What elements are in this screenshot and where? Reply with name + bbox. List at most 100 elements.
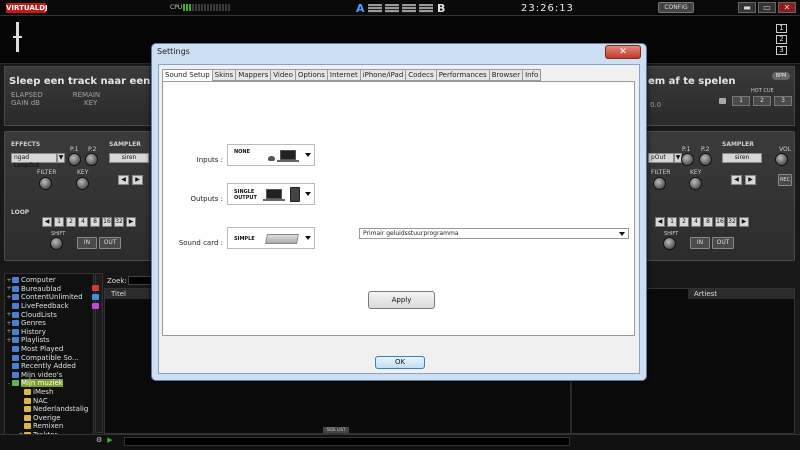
tab-skins[interactable]: Skins xyxy=(212,69,237,81)
loop-prev-button[interactable]: ◀ xyxy=(42,217,52,227)
lock-icon[interactable] xyxy=(719,98,726,104)
outputs-dropdown-icon[interactable] xyxy=(305,192,311,196)
tree-item[interactable]: NAC xyxy=(6,396,93,405)
outputs-selector[interactable]: SINGLE OUTPUT xyxy=(227,183,315,205)
deck-number-1[interactable]: 1 xyxy=(776,24,787,33)
maximize-button[interactable]: ▭ xyxy=(758,2,776,13)
deck-a-indicator[interactable]: A xyxy=(356,2,365,15)
loop-8-button[interactable]: 8 xyxy=(90,217,100,227)
tree-item[interactable]: iMesh xyxy=(6,388,93,397)
tab-mappers[interactable]: Mappers xyxy=(236,69,272,81)
tree-item[interactable]: Most Played xyxy=(6,345,93,354)
info-bar-input[interactable] xyxy=(124,437,570,446)
loop-4-button[interactable]: 4 xyxy=(78,217,88,227)
filter-icon[interactable] xyxy=(92,303,99,309)
sampler-select[interactable]: siren xyxy=(109,153,149,163)
tree-item[interactable]: Remixen xyxy=(6,422,93,431)
tab-codecs[interactable]: Codecs xyxy=(406,69,437,81)
key-knob[interactable] xyxy=(76,177,89,190)
right-loop-next-button[interactable]: ▶ xyxy=(739,217,749,227)
soundcard-selector[interactable]: SIMPLE xyxy=(227,227,315,249)
right-loop-out-button[interactable]: OUT xyxy=(712,237,734,249)
tree-item[interactable]: LiveFeedback xyxy=(6,302,93,311)
driver-dropdown-icon[interactable] xyxy=(619,232,625,236)
tree-item[interactable]: + ContentUnlimited xyxy=(6,293,93,302)
hotcue-1-button[interactable]: 1 xyxy=(732,96,750,106)
right-loop-2-button[interactable]: 2 xyxy=(679,217,689,227)
tree-item[interactable]: Nederlandstalig xyxy=(6,405,93,414)
tab-iphone-ipad[interactable]: iPhone/iPad xyxy=(360,69,407,81)
add-icon[interactable] xyxy=(92,294,99,300)
tree-item[interactable]: Mijn video's xyxy=(6,371,93,380)
right-sampler-select[interactable]: siren xyxy=(722,153,762,163)
dialog-close-button[interactable]: ✕ xyxy=(605,45,641,59)
p2-knob[interactable] xyxy=(85,153,98,166)
right-loop-8-button[interactable]: 8 xyxy=(703,217,713,227)
play-preview-icon[interactable]: ▶ xyxy=(107,436,112,444)
sampler-next-button[interactable]: ▶ xyxy=(132,175,143,185)
tab-options[interactable]: Options xyxy=(295,69,328,81)
loop-in-button[interactable]: IN xyxy=(77,237,97,249)
right-loop-shift-knob[interactable] xyxy=(663,237,676,250)
right-loop-4-button[interactable]: 4 xyxy=(691,217,701,227)
effect-dropdown-icon[interactable]: ▼ xyxy=(57,153,65,163)
tree-item[interactable]: Recently Added xyxy=(6,362,93,371)
tab-info[interactable]: Info xyxy=(523,69,542,81)
loop-1-button[interactable]: 1 xyxy=(54,217,64,227)
tree-item[interactable]: - Mijn muziek xyxy=(6,379,93,388)
playlist-icon[interactable] xyxy=(92,285,99,291)
tab-browser[interactable]: Browser xyxy=(489,69,524,81)
right-sampler-next-button[interactable]: ▶ xyxy=(745,175,756,185)
loop-32-button[interactable]: 32 xyxy=(114,217,124,227)
effect-select[interactable]: ngad LoopOut xyxy=(11,153,57,169)
tree-item[interactable]: + Playlists xyxy=(6,336,93,345)
right-loop-32-button[interactable]: 32 xyxy=(727,217,737,227)
right-loop-1-button[interactable]: 1 xyxy=(667,217,677,227)
loop-2-button[interactable]: 2 xyxy=(66,217,76,227)
loop-16-button[interactable]: 16 xyxy=(102,217,112,227)
tree-item[interactable]: + Computer xyxy=(6,276,93,285)
right-loop-16-button[interactable]: 16 xyxy=(715,217,725,227)
filter-knob[interactable] xyxy=(39,177,52,190)
tree-item[interactable]: + Genres xyxy=(6,319,93,328)
config-button[interactable]: CONFIG xyxy=(658,2,694,13)
right-loop-in-button[interactable]: IN xyxy=(690,237,710,249)
right-p2-knob[interactable] xyxy=(699,153,712,166)
tree-item[interactable]: + History xyxy=(6,328,93,337)
p1-knob[interactable] xyxy=(68,153,81,166)
inputs-selector[interactable]: NONE xyxy=(227,144,315,166)
inputs-dropdown-icon[interactable] xyxy=(305,153,311,157)
deck-b-indicator[interactable]: B xyxy=(437,2,445,15)
hotcue-2-button[interactable]: 2 xyxy=(753,96,771,106)
vol-knob[interactable] xyxy=(775,153,788,166)
apply-button[interactable]: Apply xyxy=(368,291,435,309)
driver-select[interactable]: Primair geluidsstuurprogramma xyxy=(359,228,629,239)
right-effect-select[interactable]: pOut xyxy=(648,153,674,163)
hotcue-3-button[interactable]: 3 xyxy=(774,96,792,106)
close-button[interactable]: ✕ xyxy=(778,2,796,13)
tree-item[interactable]: + CloudLists xyxy=(6,310,93,319)
sampler-prev-button[interactable]: ◀ xyxy=(118,175,129,185)
loop-next-button[interactable]: ▶ xyxy=(126,217,136,227)
column-header-titel[interactable]: Titel xyxy=(105,289,153,299)
tree-item[interactable]: + Bureaublad xyxy=(6,285,93,294)
soundcard-dropdown-icon[interactable] xyxy=(305,236,311,240)
tab-video[interactable]: Video xyxy=(271,69,296,81)
tab-internet[interactable]: Internet xyxy=(327,69,361,81)
sidelist-toggle[interactable]: SIDE LIST xyxy=(323,427,349,433)
tab-performances[interactable]: Performances xyxy=(436,69,490,81)
column-header-artiest[interactable]: Artiest xyxy=(688,289,794,299)
loop-shift-knob[interactable] xyxy=(50,237,63,250)
deck-number-3[interactable]: 3 xyxy=(776,46,787,55)
minimize-button[interactable]: ▬ xyxy=(738,2,756,13)
rec-button[interactable]: REC xyxy=(778,174,792,186)
right-loop-prev-button[interactable]: ◀ xyxy=(655,217,665,227)
tree-item[interactable]: Compatible So... xyxy=(6,353,93,362)
deck-number-2[interactable]: 2 xyxy=(776,35,787,44)
right-p1-knob[interactable] xyxy=(681,153,694,166)
loop-out-button[interactable]: OUT xyxy=(99,237,121,249)
ok-button[interactable]: OK xyxy=(375,356,425,369)
folder-tree[interactable]: + Computer + Bureaublad + ContentUnlimited Liv… xyxy=(4,273,94,445)
settings-gear-icon[interactable]: ⚙ xyxy=(96,436,102,444)
right-filter-knob[interactable] xyxy=(653,177,666,190)
